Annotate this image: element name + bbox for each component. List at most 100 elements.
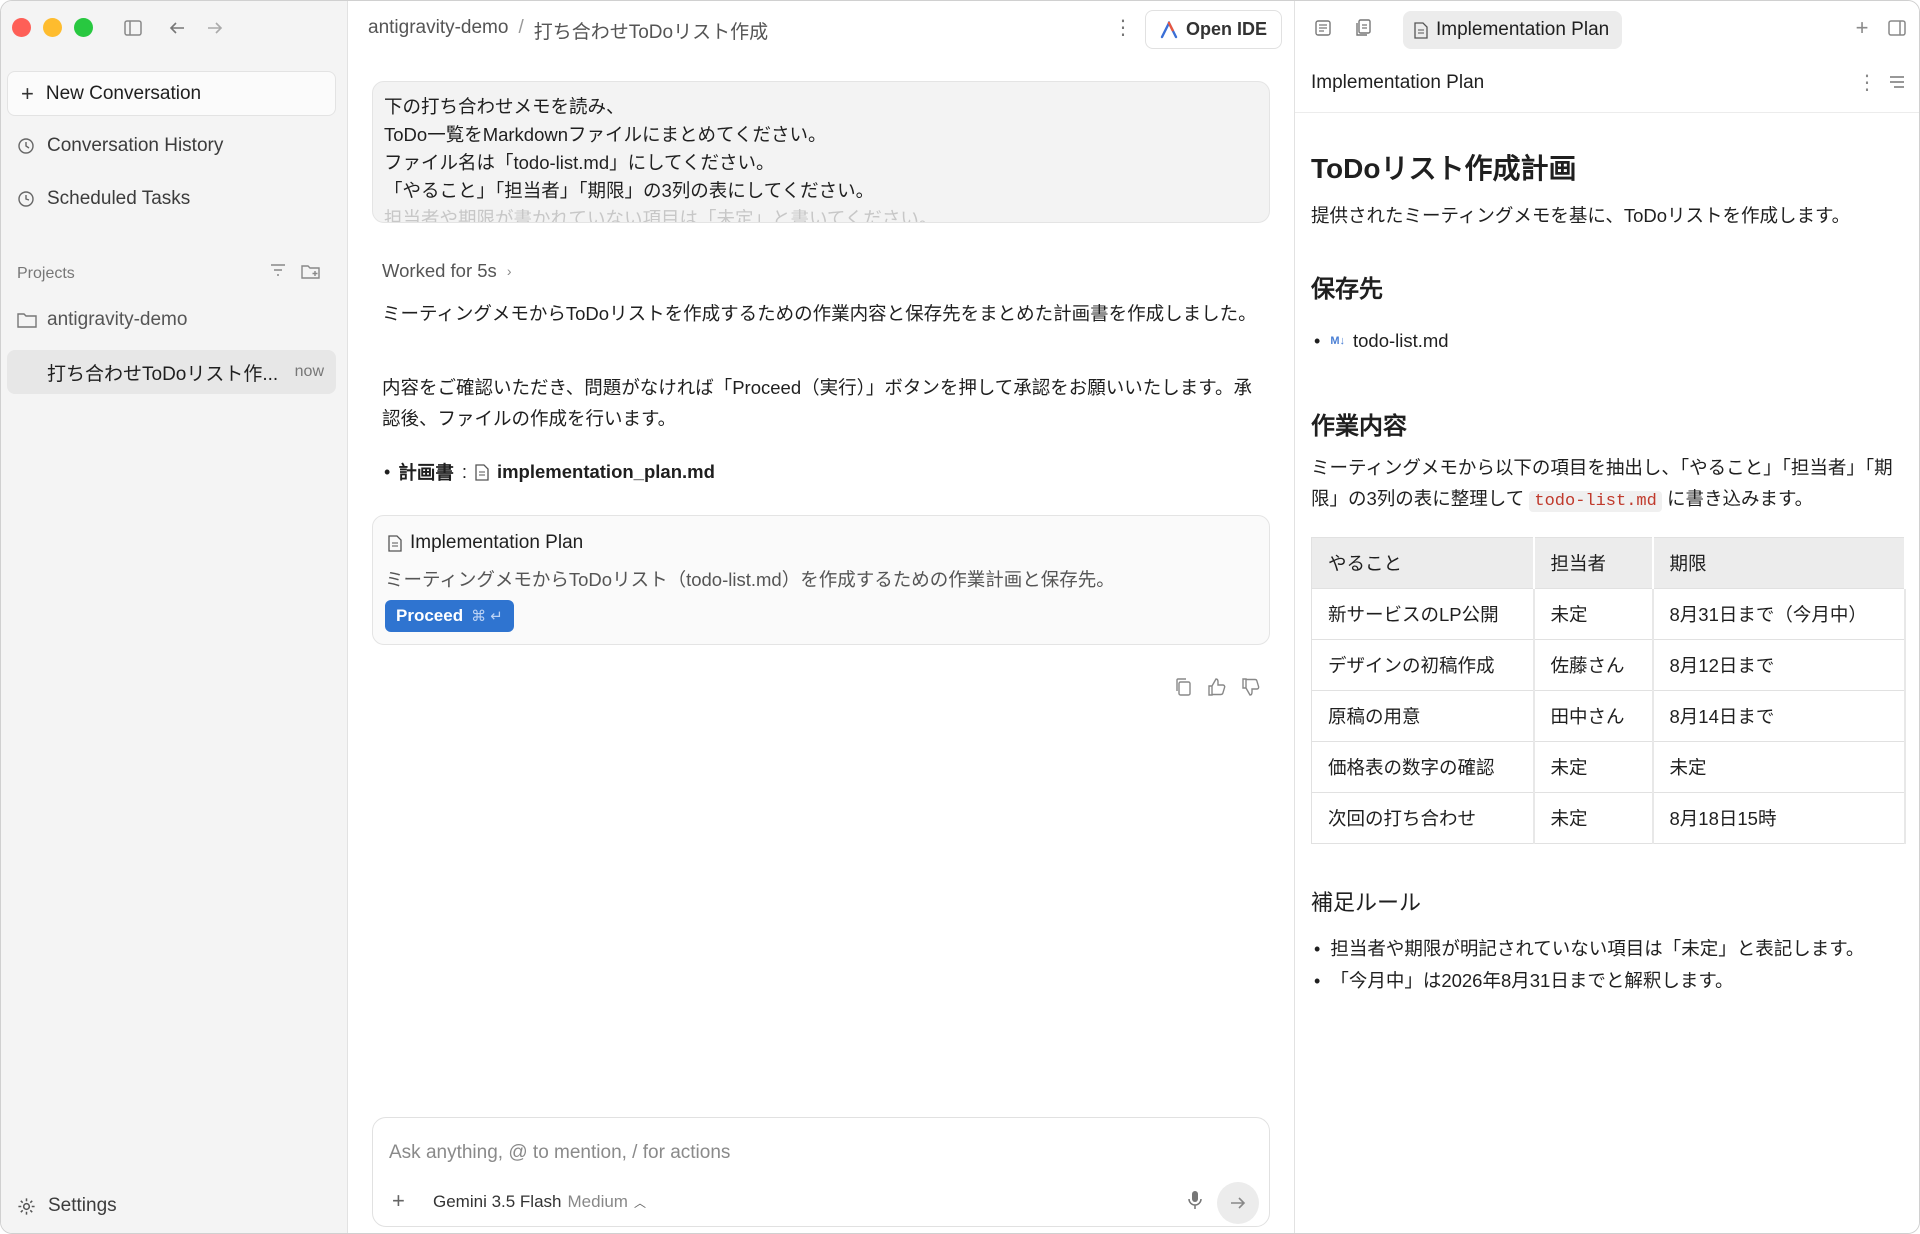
projects-heading: Projects: [17, 265, 75, 282]
proceed-label: Proceed: [396, 606, 464, 625]
microphone-icon[interactable]: [1188, 1190, 1202, 1215]
model-selector[interactable]: Gemini 3.5 Flash Medium ︿: [433, 1192, 646, 1212]
table-cell: 未定: [1533, 588, 1654, 640]
table-row: デザインの初稿作成 佐藤さん 8月12日まで: [1311, 639, 1906, 691]
rules-list: 担当者や期限が明記されていない項目は「未定」と表記します。 「今月中」は2026…: [1314, 933, 1864, 997]
table-cell: 8月14日まで: [1652, 690, 1906, 742]
thumbs-down-icon[interactable]: [1241, 677, 1261, 702]
table-cell: 原稿の用意: [1311, 690, 1535, 742]
table-row: 新サービスのLP公開 未定 8月31日まで（今月中）: [1311, 588, 1906, 640]
tab-label: Implementation Plan: [1436, 19, 1610, 40]
table-cell: 未定: [1652, 741, 1906, 793]
outline-icon[interactable]: [1885, 70, 1909, 94]
bullet-dot: •: [384, 461, 391, 482]
rule-item: 担当者や期限が明記されていない項目は「未定」と表記します。: [1314, 933, 1864, 965]
work-text: ミーティングメモから以下の項目を抽出し、「やること」「担当者」「期限」の3列の表…: [1311, 452, 1906, 517]
assistant-reply-1: ミーティングメモからToDoリストを作成するための作業内容と保存先をまとめた計画…: [382, 303, 1257, 324]
assistant-reply-2: 内容をご確認いただき、問題がなければ「Proceed（実行）」ボタンを押して承認…: [382, 377, 1252, 429]
project-item[interactable]: antigravity-demo: [17, 309, 187, 331]
table-header: 担当者: [1533, 537, 1654, 589]
breadcrumb-project[interactable]: antigravity-demo: [368, 17, 508, 44]
table-row: 価格表の数字の確認 未定 未定: [1311, 741, 1906, 793]
save-heading: 保存先: [1311, 276, 1383, 303]
table-cell: 佐藤さん: [1533, 639, 1654, 691]
documents-icon[interactable]: [1352, 16, 1376, 40]
rules-heading: 補足ルール: [1311, 890, 1422, 915]
new-folder-icon[interactable]: [301, 263, 321, 279]
chevron-right-icon: ›: [506, 263, 512, 279]
conversation-time: now: [294, 363, 324, 380]
maximize-window-button[interactable]: [74, 18, 93, 37]
history-icon: [18, 138, 34, 154]
tab-implementation-plan[interactable]: Implementation Plan: [1403, 11, 1622, 49]
new-conversation-label: New Conversation: [45, 82, 202, 104]
new-tab-plus-icon[interactable]: +: [1850, 15, 1874, 40]
arrow-right-icon: [1231, 1197, 1246, 1209]
back-arrow-icon[interactable]: [165, 16, 189, 40]
table-cell: 新サービスのLP公開: [1311, 588, 1535, 640]
breadcrumb-separator: /: [518, 17, 524, 38]
toggle-sidebar-icon[interactable]: [121, 16, 145, 40]
user-line: 担当者や期限が書かれていない項目は「未定」と書いてください。: [384, 208, 938, 223]
project-name: antigravity-demo: [47, 309, 188, 330]
plan-card-title: Implementation Plan: [410, 532, 584, 553]
save-file[interactable]: todo-list.md: [1353, 325, 1449, 357]
conversation-title: 打ち合わせToDoリスト作...: [47, 363, 279, 385]
table-row: 原稿の用意 田中さん 8月14日まで: [1311, 690, 1906, 742]
table-cell: 8月18日15時: [1652, 792, 1906, 844]
forward-arrow-icon[interactable]: [203, 16, 227, 40]
conversation-history-label: Conversation History: [47, 135, 224, 156]
add-attachment-icon[interactable]: +: [392, 1188, 405, 1214]
window-controls: [12, 18, 93, 37]
scheduled-tasks-item[interactable]: Scheduled Tasks: [17, 188, 190, 210]
table-header: 期限: [1652, 537, 1906, 589]
table-cell: 田中さん: [1533, 690, 1654, 742]
minimize-window-button[interactable]: [43, 18, 62, 37]
settings-item[interactable]: Settings: [17, 1195, 117, 1217]
close-window-button[interactable]: [12, 18, 31, 37]
plus-icon: +: [21, 80, 34, 106]
user-line: ファイル名は「todo-list.md」にしてください。: [384, 152, 775, 173]
save-list: M↓ todo-list.md: [1314, 325, 1449, 357]
breadcrumb: antigravity-demo / 打ち合わせToDoリスト作成: [368, 17, 768, 44]
table-cell: デザインの初稿作成: [1311, 639, 1535, 691]
plan-bullet: • 計画書 : implementation_plan.md: [384, 459, 715, 485]
plan-card[interactable]: Implementation Plan ミーティングメモからToDoリスト（to…: [372, 515, 1270, 645]
divider: [1295, 112, 1919, 113]
copy-icon[interactable]: [1174, 677, 1192, 702]
proceed-button[interactable]: Proceed ⌘ ↵: [385, 600, 514, 632]
more-options-icon[interactable]: ⋮: [1113, 15, 1133, 40]
more-options-icon[interactable]: ⋮: [1855, 70, 1879, 94]
thumbs-up-icon[interactable]: [1207, 677, 1227, 702]
table-cell: 未定: [1533, 741, 1654, 793]
proceed-shortcut: ⌘ ↵: [471, 608, 503, 625]
chat-input[interactable]: Ask anything, @ to mention, / for action…: [389, 1142, 730, 1164]
user-line: 「やること」「担当者」「期限」の3列の表にしてください。: [384, 180, 875, 201]
gear-icon: [18, 1197, 35, 1215]
conversation-item[interactable]: 打ち合わせToDoリスト作... now: [7, 350, 336, 394]
chat-input-box[interactable]: Ask anything, @ to mention, / for action…: [372, 1117, 1270, 1227]
table-row: 次回の打ち合わせ 未定 8月18日15時: [1311, 792, 1906, 844]
chat-panel: antigravity-demo / 打ち合わせToDoリスト作成 ⋮ Open…: [348, 1, 1294, 1233]
plan-file-link[interactable]: implementation_plan.md: [497, 461, 715, 483]
file-icon: [1414, 21, 1428, 39]
toggle-panel-icon[interactable]: [1885, 16, 1909, 40]
send-button[interactable]: [1217, 1182, 1259, 1224]
todo-table: やること 担当者 期限 新サービスのLP公開 未定 8月31日まで（今月中） デ…: [1311, 537, 1906, 844]
table-header: やること: [1311, 537, 1535, 589]
filter-icon[interactable]: [269, 263, 287, 277]
rule-text: 「今月中」は2026年8月31日までと解釈します。: [1330, 970, 1734, 991]
markdown-icon: M↓: [1330, 335, 1345, 347]
table-cell: 8月12日まで: [1652, 639, 1906, 691]
plan-bullet-label: 計画書: [398, 462, 454, 483]
doc-intro: 提供されたミーティングメモを基に、ToDoリストを作成します。: [1311, 205, 1851, 226]
chevron-up-icon: ︿: [633, 1195, 646, 1210]
artifact-title: Implementation Plan: [1311, 72, 1485, 93]
plan-bullet-colon: :: [461, 461, 467, 482]
breadcrumb-conversation: 打ち合わせToDoリスト作成: [533, 22, 769, 43]
worked-for-toggle[interactable]: Worked for 5s ›: [382, 260, 511, 282]
conversation-history-item[interactable]: Conversation History: [17, 135, 223, 157]
new-conversation-button[interactable]: + New Conversation: [7, 71, 336, 116]
document-list-icon[interactable]: [1311, 16, 1335, 40]
open-ide-button[interactable]: Open IDE: [1145, 10, 1282, 49]
